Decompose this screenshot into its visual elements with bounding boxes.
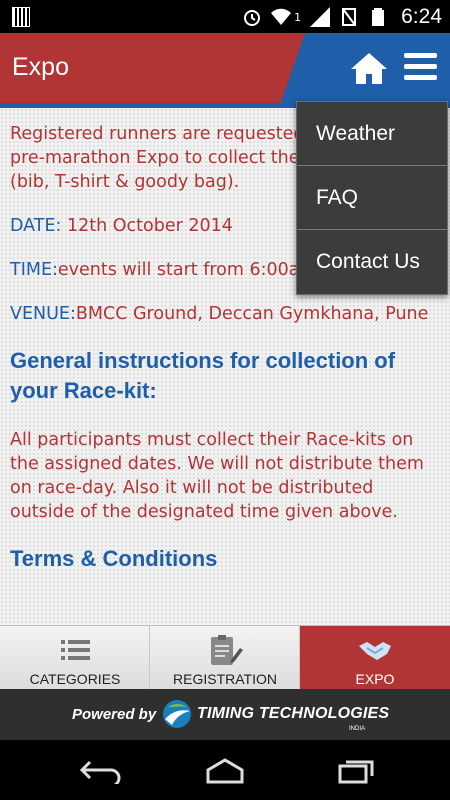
menu-item-contact-us[interactable]: Contact Us [297,230,447,294]
clipboard-icon [211,635,243,665]
venue-value: BMCC Ground, Deccan Gymkhana, Pune [75,304,429,324]
page-title: Expo [12,53,69,81]
home-nav-icon[interactable] [202,758,248,784]
notification-count: 1 [294,10,302,24]
app-header: Expo [0,33,450,103]
status-icons: 1 6:24 [242,4,442,30]
tab-categories[interactable]: CATEGORIES [0,626,150,690]
status-bar: 1 6:24 [0,0,450,33]
battery-icon [372,8,385,26]
venue-line: VENUE:BMCC Ground, Deccan Gymkhana, Pune [10,302,440,326]
no-sim-icon [342,8,357,26]
date-value: 12th October 2014 [61,216,233,236]
date-label: DATE: [10,216,62,236]
brand-subtitle: INDIA [349,726,366,732]
menu-icon[interactable] [404,53,437,81]
menu-item-weather[interactable]: Weather [297,102,447,166]
tab-label: CATEGORIES [29,671,121,687]
time-label: TIME: [10,260,58,280]
timing-technologies-logo [163,700,191,728]
handshake-icon [359,642,391,660]
list-icon [61,640,90,660]
clock: 6:24 [401,5,442,28]
powered-by-label: Powered by [72,706,157,723]
tab-registration[interactable]: REGISTRATION [150,626,300,690]
tab-expo[interactable]: EXPO [300,626,450,690]
home-icon[interactable] [350,51,388,85]
menu-item-faq[interactable]: FAQ [297,166,447,230]
notification-icon [12,7,30,27]
terms-heading: Terms & Conditions [10,546,218,571]
brand-name: TIMING TECHNOLOGIES [197,705,390,722]
wifi-icon [271,8,292,26]
recent-apps-icon[interactable] [330,758,376,784]
system-nav-bar [0,740,450,800]
signal-icon [310,7,331,27]
instructions-text: All participants must collect their Race… [10,430,424,522]
powered-by-footer: Powered by TIMING TECHNOLOGIES INDIA [0,689,450,740]
bottom-tab-bar: CATEGORIES REGISTRATION EXPO [0,625,450,690]
alarm-icon [244,10,261,26]
back-icon[interactable] [78,758,124,784]
venue-label: VENUE: [10,304,76,324]
tab-label: EXPO [355,671,395,687]
tab-label: REGISTRATION [173,671,277,687]
instructions-heading: General instructions for collection of y… [10,348,396,403]
overflow-menu: Weather FAQ Contact Us [296,101,448,295]
